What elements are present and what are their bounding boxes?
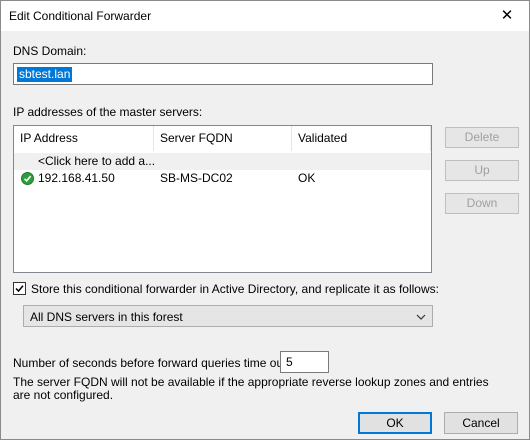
title-bar: Edit Conditional Forwarder ✕ [1, 1, 529, 31]
add-server-row[interactable]: <Click here to add a... [14, 153, 431, 170]
add-server-placeholder: <Click here to add a... [38, 154, 156, 168]
list-header: IP Address Server FQDN Validated [14, 126, 431, 151]
dns-domain-value: sbtest.lan [17, 67, 73, 82]
dns-domain-label: DNS Domain: [13, 44, 87, 58]
replication-scope-select[interactable]: All DNS servers in this forest [23, 305, 433, 327]
row-ip-address: 192.168.41.50 [38, 171, 115, 185]
delete-button-label: Delete [464, 130, 500, 144]
ok-button[interactable]: OK [358, 412, 432, 434]
timeout-value: 5 [286, 355, 293, 369]
down-button-label: Down [466, 196, 498, 210]
chevron-down-icon [416, 311, 426, 325]
timeout-input[interactable]: 5 [280, 351, 329, 373]
store-in-ad-checkbox[interactable] [13, 282, 26, 295]
cancel-button-label: Cancel [462, 416, 500, 430]
replication-scope-value: All DNS servers in this forest [30, 310, 183, 324]
column-header-ip-address[interactable]: IP Address [14, 126, 154, 151]
edit-conditional-forwarder-dialog: Edit Conditional Forwarder ✕ DNS Domain:… [0, 0, 530, 440]
table-row[interactable]: 192.168.41.50 SB-MS-DC02 OK [14, 170, 431, 187]
delete-button[interactable]: Delete [445, 127, 519, 148]
ok-button-label: OK [386, 416, 404, 430]
window-title: Edit Conditional Forwarder [9, 9, 152, 23]
master-servers-label: IP addresses of the master servers: [13, 105, 203, 119]
up-button-label: Up [474, 163, 490, 177]
cancel-button[interactable]: Cancel [444, 412, 518, 434]
close-icon[interactable]: ✕ [485, 1, 529, 31]
row-server-fqdn: SB-MS-DC02 [160, 171, 233, 185]
master-servers-list[interactable]: IP Address Server FQDN Validated <Click … [13, 125, 432, 273]
up-button[interactable]: Up [445, 160, 519, 181]
dns-domain-input[interactable]: sbtest.lan [13, 63, 433, 85]
timeout-label: Number of seconds before forward queries… [13, 356, 290, 370]
column-header-validated[interactable]: Validated [292, 126, 431, 151]
check-circle-icon [21, 172, 34, 185]
store-in-ad-label[interactable]: Store this conditional forwarder in Acti… [31, 282, 439, 296]
checkmark-icon [15, 285, 24, 293]
fqdn-availability-note: The server FQDN will not be available if… [13, 375, 489, 402]
down-button[interactable]: Down [445, 193, 519, 214]
column-header-server-fqdn[interactable]: Server FQDN [154, 126, 292, 151]
row-validated: OK [298, 171, 316, 185]
